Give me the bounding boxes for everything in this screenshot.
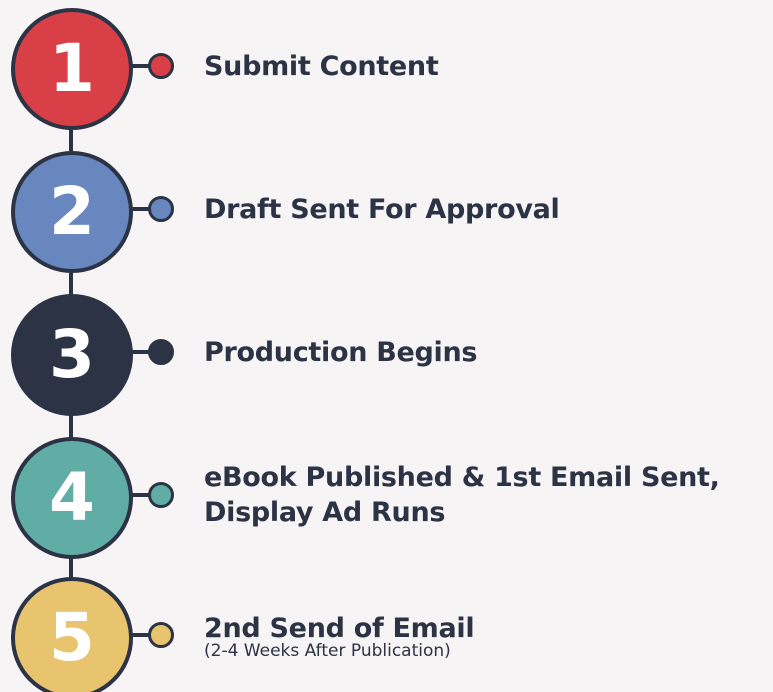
- step-1: 1 Submit Content: [0, 4, 773, 134]
- step-dot: [148, 622, 174, 648]
- step-dot: [148, 196, 174, 222]
- step-dot: [148, 482, 174, 508]
- step-title: Production Begins: [204, 335, 769, 370]
- step-3: 3 Production Begins: [0, 290, 773, 420]
- step-text: Production Begins: [204, 290, 769, 414]
- step-number-circle: 2: [11, 151, 133, 273]
- step-4: 4 eBook Published & 1st Email Sent, Disp…: [0, 433, 773, 563]
- step-text: Submit Content: [204, 4, 769, 128]
- step-number-circle: 3: [11, 294, 133, 416]
- step-number-circle: 4: [11, 437, 133, 559]
- step-title: Draft Sent For Approval: [204, 192, 769, 227]
- step-number-circle: 5: [11, 577, 133, 692]
- step-title-line: Display Ad Runs: [204, 497, 446, 528]
- step-text: 2nd Send of Email (2-4 Weeks After Publi…: [204, 573, 769, 692]
- step-2: 2 Draft Sent For Approval: [0, 147, 773, 277]
- step-5: 5 2nd Send of Email (2-4 Weeks After Pub…: [0, 573, 773, 692]
- step-subtitle: (2-4 Weeks After Publication): [204, 640, 451, 661]
- step-text: eBook Published & 1st Email Sent, Displa…: [204, 433, 769, 557]
- step-number-circle: 1: [11, 8, 133, 130]
- step-title-line: Draft Sent For Approval: [204, 193, 560, 225]
- step-title-line: Production Begins: [204, 336, 478, 368]
- step-text: Draft Sent For Approval: [204, 147, 769, 271]
- step-title-line: Submit Content: [204, 50, 439, 82]
- step-title-line: eBook Published & 1st Email Sent,: [204, 462, 720, 493]
- step-dot: [148, 339, 174, 365]
- step-title: Submit Content: [204, 49, 769, 84]
- step-dot: [148, 53, 174, 79]
- step-title: eBook Published & 1st Email Sent, Displa…: [204, 460, 769, 530]
